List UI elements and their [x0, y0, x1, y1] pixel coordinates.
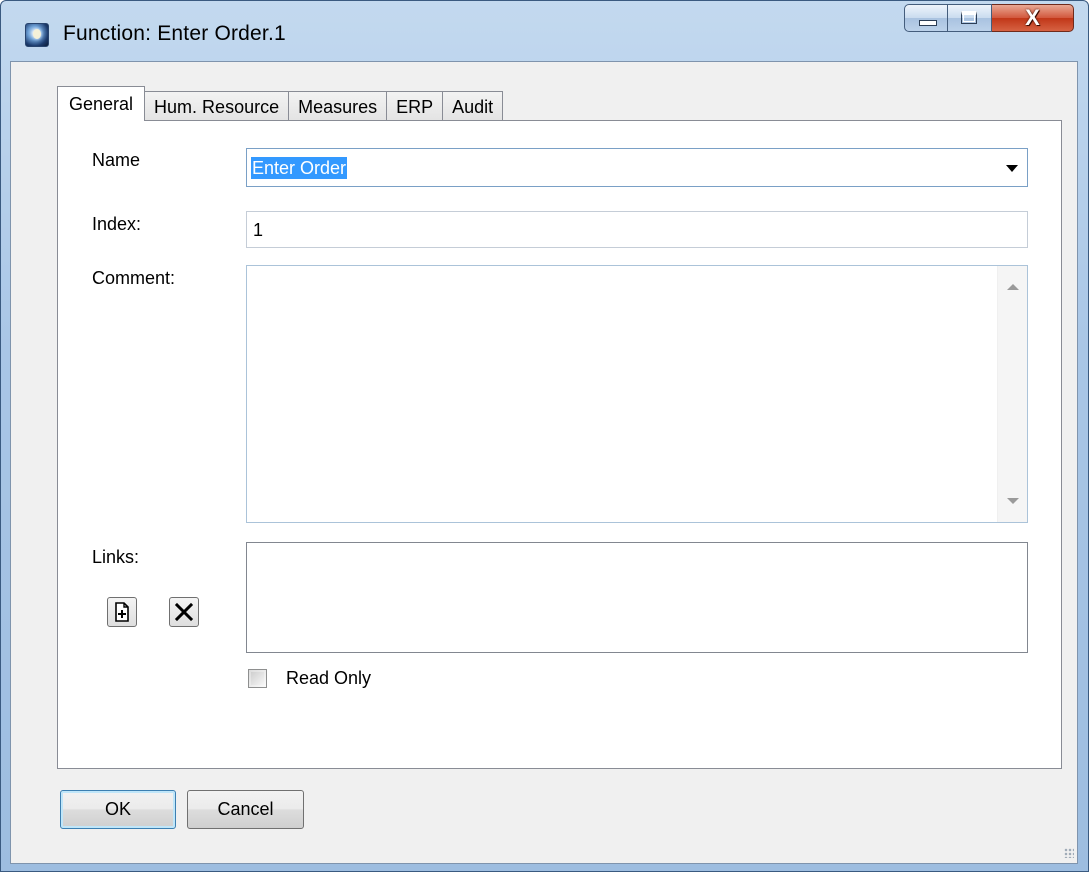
tab-erp[interactable]: ERP	[386, 91, 444, 121]
chevron-down-icon[interactable]	[1006, 165, 1018, 172]
name-combobox[interactable]: Enter Order	[246, 148, 1028, 187]
minimize-icon	[919, 20, 937, 26]
resize-grip-icon[interactable]	[1064, 848, 1074, 858]
scroll-up-icon[interactable]	[1007, 284, 1019, 290]
tab-general[interactable]: General	[57, 86, 146, 121]
read-only-label[interactable]: Read Only	[286, 668, 371, 689]
index-field[interactable]: 1	[246, 211, 1028, 248]
comment-label: Comment:	[92, 268, 176, 288]
ok-button[interactable]: OK	[60, 790, 176, 829]
index-value: 1	[253, 220, 264, 240]
caption-buttons: X	[904, 4, 1074, 34]
comment-scrollbar[interactable]	[997, 266, 1027, 522]
close-icon: X	[1025, 5, 1040, 30]
links-listbox[interactable]	[246, 542, 1028, 653]
read-only-checkbox[interactable]	[248, 669, 267, 688]
tab-measures[interactable]: Measures	[288, 91, 388, 121]
name-label: Name	[92, 150, 141, 170]
links-label: Links:	[92, 547, 140, 567]
app-globe-icon[interactable]	[25, 23, 49, 47]
title-bar[interactable]: Function: Enter Order.1 X	[1, 1, 1088, 61]
delete-x-icon	[174, 602, 194, 622]
comment-textarea[interactable]	[246, 265, 1028, 523]
new-document-icon	[115, 602, 129, 622]
minimize-button[interactable]	[904, 4, 948, 32]
index-label: Index:	[92, 214, 142, 234]
window-title: Function: Enter Order.1	[63, 22, 286, 45]
scroll-down-icon[interactable]	[1007, 498, 1019, 504]
cancel-button[interactable]: Cancel	[187, 790, 304, 829]
delete-link-button[interactable]	[169, 597, 199, 627]
tab-hum-resource[interactable]: Hum. Resource	[144, 91, 290, 121]
close-button[interactable]: X	[992, 4, 1074, 32]
tab-audit[interactable]: Audit	[442, 91, 504, 121]
maximize-icon	[961, 11, 977, 24]
tab-strip: General Hum. Resource Measures ERP Audit	[57, 86, 504, 121]
maximize-button[interactable]	[948, 4, 992, 32]
name-value[interactable]: Enter Order	[251, 157, 348, 179]
add-link-button[interactable]	[107, 597, 137, 627]
dialog-window: Function: Enter Order.1 X General Hum. R…	[0, 0, 1089, 872]
